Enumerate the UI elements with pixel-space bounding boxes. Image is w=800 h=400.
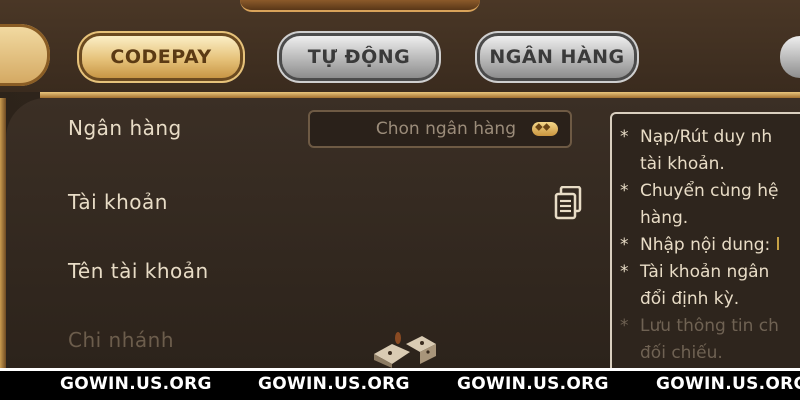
- branch-label: Chi nhánh: [68, 328, 175, 352]
- tab-codepay[interactable]: CODEPAY: [82, 36, 240, 78]
- tab-auto[interactable]: TỰ ĐỘNG: [282, 36, 436, 78]
- note-line: * Lưu thông tin ch: [620, 316, 779, 336]
- tab-bank[interactable]: NGÂN HÀNG: [480, 36, 634, 78]
- note-line: đối chiếu.: [640, 343, 723, 363]
- note-line: đổi định kỳ.: [640, 289, 740, 309]
- note-line: hàng.: [640, 208, 689, 228]
- header-accent: [240, 0, 480, 12]
- bank-select[interactable]: Chon ngân hàng: [308, 110, 572, 148]
- deposit-window: CODEPAY TỰ ĐỘNG NGÂN HÀNG Ngân hàng Chon…: [0, 0, 800, 368]
- bank-label: Ngân hàng: [68, 116, 182, 140]
- note-highlight: l: [775, 235, 781, 255]
- account-name-label: Tên tài khoản: [68, 259, 209, 283]
- note-line: * Nhập nội dung: l: [620, 232, 800, 259]
- notes-panel: * Nạp/Rút duy nh tài khoản. * Chuyển cùng …: [610, 112, 800, 368]
- watermark-text: GOWIN.US.ORG: [457, 374, 609, 394]
- bank-select-placeholder: Chon ngân hàng: [375, 119, 516, 139]
- panel-left-border: [0, 98, 6, 368]
- dice-icon: [374, 332, 436, 368]
- note-line: * Chuyển cùng hệ: [620, 181, 779, 201]
- watermark-text: GOWIN.US.ORG: [258, 374, 410, 394]
- heart-gem-icon: [532, 120, 558, 136]
- copy-document-icon[interactable]: [554, 186, 582, 220]
- watermark-footer: GOWIN.US.ORG GOWIN.US.ORG GOWIN.US.ORG G…: [0, 368, 800, 400]
- watermark-text: GOWIN.US.ORG: [60, 374, 212, 394]
- note-line: tài khoản.: [640, 154, 725, 174]
- note-line: * Tài khoản ngân: [620, 262, 770, 282]
- account-label: Tài khoản: [68, 190, 168, 214]
- watermark-text: GOWIN.US.ORG: [656, 374, 800, 394]
- note-line: * Nạp/Rút duy nh: [620, 127, 773, 147]
